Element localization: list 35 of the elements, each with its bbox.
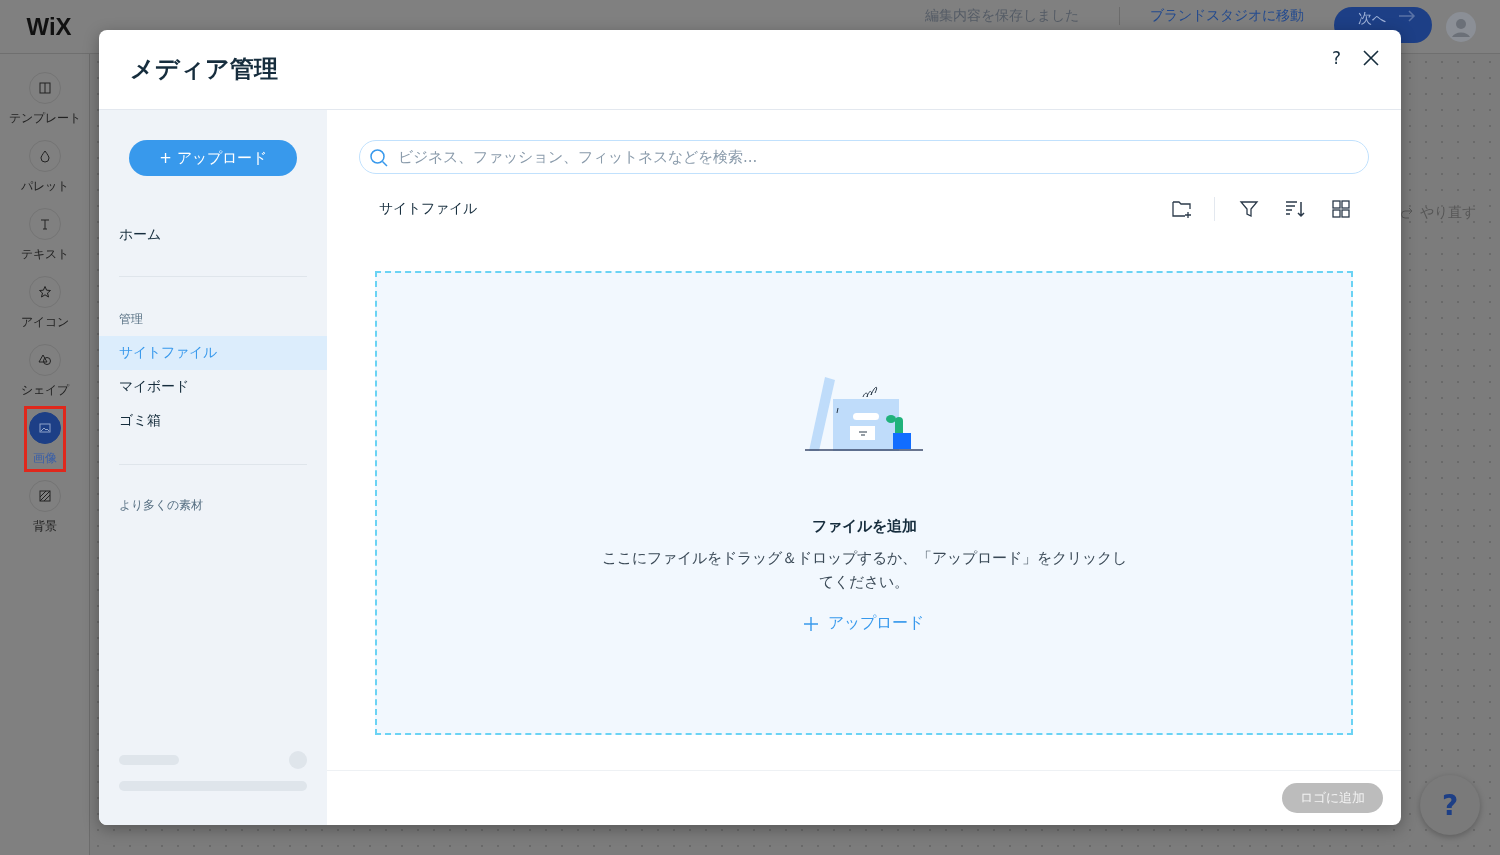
- help-button[interactable]: ?: [1325, 46, 1347, 69]
- shape-icon: [36, 352, 53, 368]
- section-heading: 管理: [118, 311, 144, 328]
- image-icon: [36, 420, 53, 436]
- sidebar-item[interactable]: 背景: [23, 474, 66, 540]
- template-icon: [36, 80, 53, 96]
- logo: WiX: [25, 12, 73, 41]
- nav-item[interactable]: サイトファイル: [99, 336, 327, 370]
- sidebar-item[interactable]: テキスト: [15, 202, 74, 268]
- close-icon[interactable]: [1361, 47, 1381, 68]
- dropzone-title: ファイルを追加: [811, 517, 917, 536]
- upload-button[interactable]: + アップロード: [129, 140, 297, 176]
- section-heading: より多くの素材: [118, 497, 204, 514]
- sidebar-item[interactable]: アイコン: [15, 270, 74, 336]
- nav-item[interactable]: マイボード: [99, 370, 327, 404]
- nav-item[interactable]: ホーム: [119, 226, 307, 244]
- plus-icon: [804, 616, 818, 631]
- folder-title: サイトファイル: [379, 200, 478, 218]
- pattern-icon: [36, 488, 53, 504]
- sidebar-item[interactable]: シェイプ: [15, 338, 74, 404]
- star-icon: [36, 284, 53, 300]
- grid-icon[interactable]: [1329, 197, 1353, 221]
- dropzone-instructions: ここにファイルをドラッグ＆ドロップするか、「アップロード」をクリックしてください。: [600, 548, 1128, 593]
- upload-link[interactable]: アップロード: [798, 612, 930, 635]
- dialog-title: メディア管理: [130, 53, 279, 85]
- brand-studio-link[interactable]: ブランドスタジオに移動: [1150, 6, 1304, 25]
- arrow-icon: [1398, 9, 1416, 22]
- redo-icon: [1400, 207, 1414, 219]
- search-icon: [369, 148, 389, 168]
- search-field[interactable]: ビジネス、ファッション、フィットネスなどを検索...: [359, 140, 1369, 174]
- sidebar-item[interactable]: パレット: [15, 134, 74, 200]
- drop-zone[interactable]: ファイルを追加 ここにファイルをドラッグ＆ドロップするか、「アップロード」をクリックしてください。 アップロード: [375, 271, 1353, 735]
- help-button[interactable]: ?: [1420, 775, 1480, 835]
- sidebar-item[interactable]: テンプレート: [3, 66, 86, 132]
- nav-item[interactable]: ゴミ箱: [99, 404, 327, 438]
